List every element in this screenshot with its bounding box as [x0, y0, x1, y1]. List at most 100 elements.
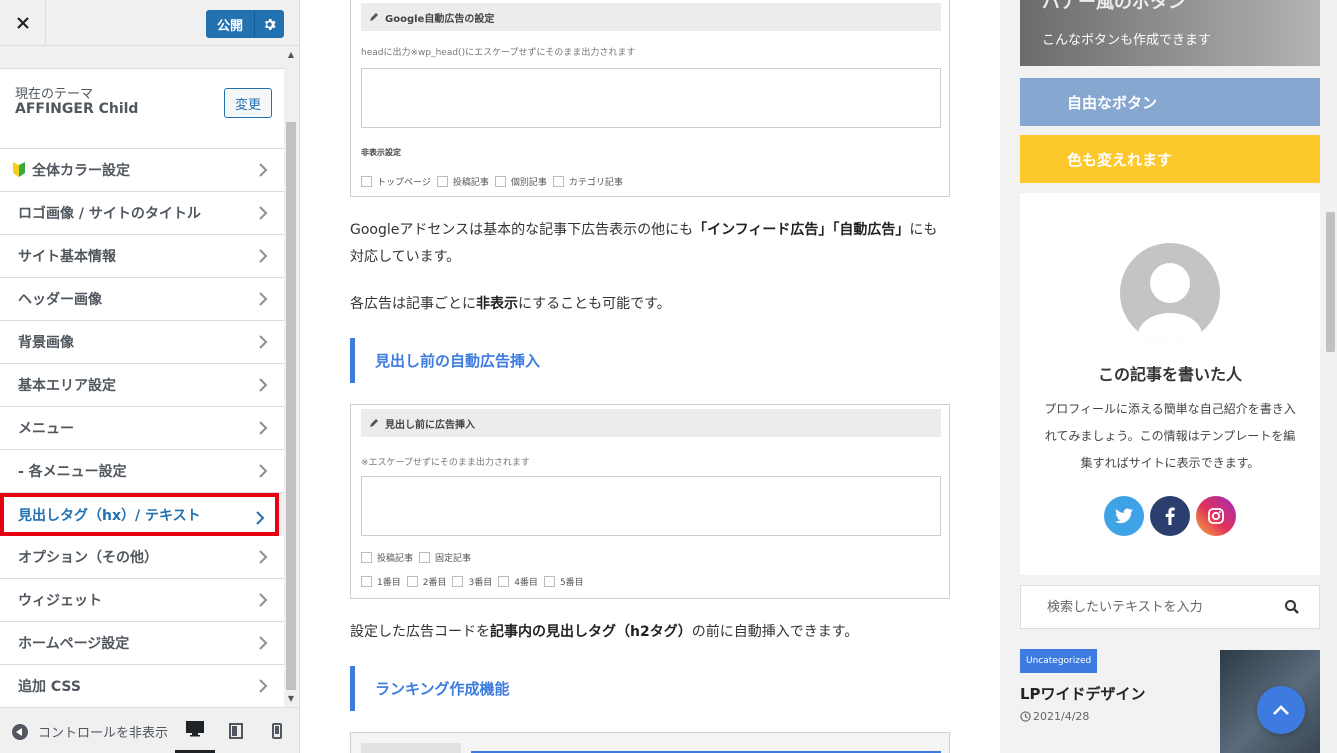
- category-badge[interactable]: Uncategorized: [1020, 649, 1098, 673]
- chevron-right-icon: [259, 163, 268, 177]
- sidebar-item-label: 背景画像: [18, 335, 74, 351]
- hide-controls-button[interactable]: コントロールを非表示: [12, 722, 172, 741]
- site-preview: Google自動広告の設定 headに出力※wp_head()にエスケープせずに…: [300, 0, 1337, 753]
- sidebar-item[interactable]: ヘッダー画像: [0, 278, 284, 321]
- chevron-right-icon: [259, 679, 268, 693]
- sidebar-item-label: ホームページ設定: [18, 636, 130, 652]
- sidebar-item[interactable]: - 各メニュー設定: [0, 450, 284, 493]
- theme-name: AFFINGER Child: [15, 101, 139, 117]
- shot-textarea: [361, 476, 941, 536]
- desktop-icon: [186, 721, 204, 737]
- sidebar-item[interactable]: ロゴ画像 / サイトのタイトル: [0, 192, 284, 235]
- chevron-right-icon: [259, 335, 268, 349]
- post-title[interactable]: LPワイドデザイン: [1020, 683, 1146, 704]
- sidebar-item[interactable]: 全体カラー設定: [0, 149, 284, 192]
- free-button[interactable]: 自由なボタン: [1020, 78, 1320, 126]
- scroll-down-arrow-icon[interactable]: ▼: [284, 690, 298, 706]
- preview-scrollbar[interactable]: [1323, 0, 1337, 753]
- sidebar-item-label: メニュー: [18, 421, 74, 437]
- shot-checkbox-row: 1番目 2番目 3番目 4番目 5番目: [361, 575, 590, 588]
- pencil-icon: [370, 419, 378, 427]
- publish-label: 公開: [216, 18, 243, 34]
- customizer-sidebar: 公開 ▲ ▼ 現在のテーマ AFFINGER Child 変更 全体カラー設定ロ…: [0, 0, 300, 753]
- user-icon: [1138, 263, 1202, 343]
- shot-checkbox-row: 投稿記事 固定記事: [361, 551, 477, 564]
- chevron-right-icon: [259, 206, 268, 220]
- sidebar-item[interactable]: サイト基本情報: [0, 235, 284, 278]
- chevron-right-icon: [259, 249, 268, 263]
- paragraph-hide: 各広告は記事ごとに非表示にすることも可能です。: [350, 296, 671, 312]
- sidebar-item[interactable]: ウィジェット: [0, 579, 284, 622]
- author-widget: この記事を書いた人 プロフィールに添える簡単な自己紹介を書き入れてみましょう。こ…: [1020, 193, 1320, 575]
- customizer-footer: コントロールを非表示: [0, 707, 299, 753]
- shot-title-bar: 見出し前に広告挿入: [361, 409, 941, 437]
- chevron-right-icon: [259, 378, 268, 392]
- collapse-icon: [12, 723, 28, 740]
- scroll-up-arrow-icon[interactable]: ▲: [284, 46, 298, 62]
- chevron-right-icon: [256, 511, 265, 525]
- twitter-link[interactable]: [1104, 496, 1144, 536]
- search-input[interactable]: [1022, 587, 1272, 627]
- chevron-right-icon: [259, 292, 268, 306]
- shot-title-bar: Google自動広告の設定: [361, 3, 941, 31]
- facebook-link[interactable]: [1150, 496, 1190, 536]
- sidebar-item[interactable]: 追加 CSS: [0, 665, 284, 708]
- search-box: [1020, 585, 1320, 629]
- sidebar-item[interactable]: ホームページ設定: [0, 622, 284, 665]
- preview-tablet-button[interactable]: [216, 708, 256, 753]
- tablet-icon: [229, 723, 243, 739]
- ads-before-headings-image: 見出し前に広告挿入 ※エスケープせずにそのまま出力されます 投稿記事 固定記事 …: [350, 404, 950, 599]
- close-customizer-button[interactable]: [0, 0, 46, 46]
- preview-desktop-button[interactable]: [175, 708, 215, 753]
- banner-button[interactable]: バナー風のボタン こんなボタンも作成できます: [1020, 0, 1320, 66]
- instagram-link[interactable]: [1196, 496, 1236, 536]
- shot-checkbox-row: トップページ 投稿記事 個別記事 カテゴリ記事: [361, 175, 629, 188]
- customizer-menu: 全体カラー設定ロゴ画像 / サイトのタイトルサイト基本情報 ヘッダー画像背景画像基…: [0, 149, 284, 708]
- chevron-right-icon: [259, 636, 268, 650]
- sidebar-item-label: 基本エリア設定: [18, 378, 116, 394]
- theme-label: 現在のテーマ: [15, 87, 94, 102]
- sidebar-item-label: ウィジェット: [18, 593, 102, 609]
- color-button[interactable]: 色も変えれます: [1020, 135, 1320, 183]
- active-theme-panel: 現在のテーマ AFFINGER Child 変更: [0, 68, 284, 149]
- hide-controls-label: コントロールを非表示: [38, 726, 169, 741]
- banner-title: バナー風のボタン: [1042, 0, 1186, 13]
- sidebar-item-label: - 各メニュー設定: [18, 464, 127, 480]
- twitter-icon: [1115, 508, 1133, 524]
- sidebar-item[interactable]: 背景画像: [0, 321, 284, 364]
- sidebar-item-label: ロゴ画像 / サイトのタイトル: [18, 206, 201, 222]
- author-title: この記事を書いた人: [1097, 365, 1242, 384]
- facebook-icon: [1165, 507, 1175, 525]
- publish-settings-button[interactable]: [255, 18, 284, 31]
- publish-button[interactable]: 公開: [206, 10, 284, 38]
- shot-title: Google自動広告の設定: [385, 13, 495, 25]
- search-icon[interactable]: [1283, 598, 1301, 616]
- chevron-up-icon: [1273, 705, 1289, 715]
- chevron-right-icon: [259, 421, 268, 435]
- auto-ads-settings-image: Google自動広告の設定 headに出力※wp_head()にエスケープせずに…: [350, 0, 950, 197]
- back-to-top-button[interactable]: [1257, 686, 1305, 734]
- chevron-right-icon: [259, 464, 268, 478]
- clock-icon: [1020, 711, 1031, 722]
- paragraph-ads: Googleアドセンスは基本的な記事下広告表示の他にも「インフィード広告」「自動…: [350, 222, 938, 265]
- chevron-right-icon: [259, 550, 268, 564]
- mobile-icon: [272, 723, 282, 739]
- heading-auto-ads-before-headings: 見出し前の自動広告挿入: [350, 338, 940, 383]
- close-icon: [16, 17, 29, 29]
- heading-ranking: ランキング作成機能: [350, 666, 940, 711]
- avatar: [1120, 243, 1220, 343]
- ranking-image: [350, 732, 950, 753]
- customizer-header: 公開: [0, 0, 299, 46]
- preview-scrollbar-thumb[interactable]: [1326, 212, 1335, 352]
- sidebar-item[interactable]: 見出しタグ（hx）/ テキスト: [0, 493, 279, 536]
- sidebar-item[interactable]: 基本エリア設定: [0, 364, 284, 407]
- shot-sub-label: 非表示設定: [361, 148, 401, 157]
- author-description: プロフィールに添える簡単な自己紹介を書き入れてみましょう。この情報はテンプレート…: [1044, 402, 1296, 470]
- change-theme-button[interactable]: 変更: [224, 88, 272, 118]
- preview-mobile-button[interactable]: [257, 708, 297, 753]
- sidebar-item-label: 追加 CSS: [18, 679, 81, 695]
- sidebar-item[interactable]: オプション（その他）: [0, 536, 284, 579]
- sidebar-item[interactable]: メニュー: [0, 407, 284, 450]
- gear-icon: [265, 18, 276, 30]
- sidebar-scrollbar-thumb[interactable]: [286, 122, 296, 690]
